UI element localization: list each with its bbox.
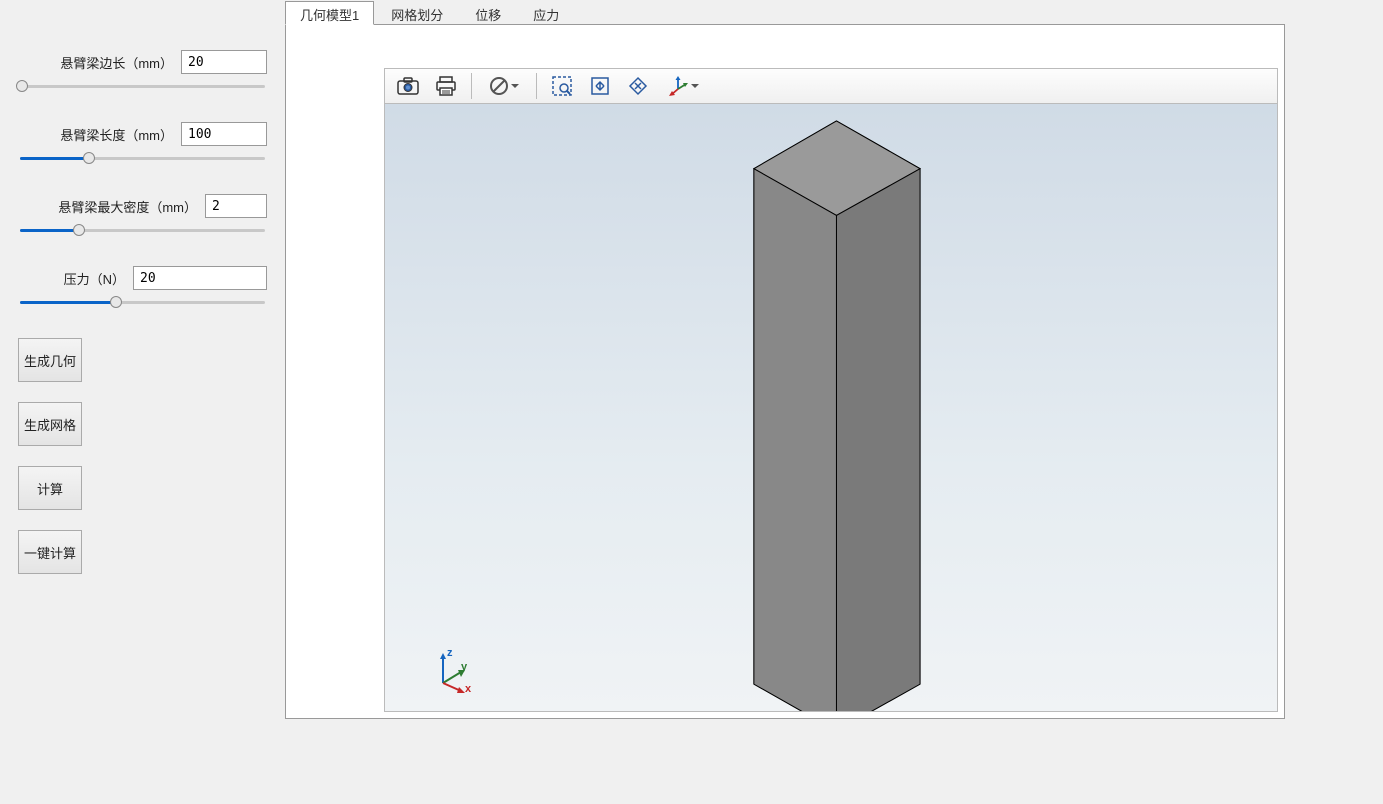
one-click-calc-button[interactable]: 一键计算 — [18, 530, 82, 574]
gen-mesh-button[interactable]: 生成网格 — [18, 402, 82, 446]
camera-icon[interactable] — [391, 71, 425, 101]
slider-length[interactable] — [20, 152, 265, 166]
param-side-length: 悬臂梁边长（mm） — [10, 50, 275, 94]
tab-stress[interactable]: 应力 — [518, 1, 574, 25]
tab-mesh[interactable]: 网格划分 — [376, 1, 458, 25]
axis-view-dropdown[interactable] — [659, 71, 707, 101]
input-length[interactable] — [181, 122, 267, 146]
slider-pressure[interactable] — [20, 296, 265, 310]
tab-bar: 几何模型1 网格划分 位移 应力 — [285, 0, 1383, 24]
slider-density[interactable] — [20, 224, 265, 238]
param-length: 悬臂梁长度（mm） — [10, 122, 275, 166]
gen-geometry-button[interactable]: 生成几何 — [18, 338, 82, 382]
param-label-density: 悬臂梁最大密度（mm） — [58, 197, 197, 216]
param-label-pressure: 压力（N） — [64, 269, 125, 288]
3d-scene[interactable]: z y x — [384, 104, 1278, 712]
tab-geometry[interactable]: 几何模型1 — [285, 1, 374, 25]
zoom-box-icon[interactable] — [545, 71, 579, 101]
param-pressure: 压力（N） — [10, 266, 275, 310]
zoom-extent-icon[interactable] — [583, 71, 617, 101]
toolbar-separator — [536, 73, 537, 99]
axes-gizmo: z y x — [429, 649, 473, 693]
no-symbol-dropdown[interactable] — [480, 71, 528, 101]
slider-side-length[interactable] — [20, 80, 265, 94]
input-density[interactable] — [205, 194, 267, 218]
tab-displacement[interactable]: 位移 — [460, 1, 516, 25]
calculate-button[interactable]: 计算 — [18, 466, 82, 510]
chevron-down-icon — [511, 84, 519, 88]
sidebar: 悬臂梁边长（mm） 悬臂梁长度（mm） 悬臂梁最大密度（mm） — [0, 0, 285, 804]
print-icon[interactable] — [429, 71, 463, 101]
viewport: z y x — [285, 24, 1285, 719]
param-label-side: 悬臂梁边长（mm） — [60, 53, 173, 72]
param-density: 悬臂梁最大密度（mm） — [10, 194, 275, 238]
beam-model — [385, 104, 1277, 711]
view-toolbar — [384, 68, 1278, 104]
axis-y-label: y — [461, 661, 467, 673]
input-side-length[interactable] — [181, 50, 267, 74]
axis-z-label: z — [447, 647, 453, 659]
toolbar-separator — [471, 73, 472, 99]
main-area: 几何模型1 网格划分 位移 应力 — [285, 0, 1383, 804]
param-label-length: 悬臂梁长度（mm） — [60, 125, 173, 144]
input-pressure[interactable] — [133, 266, 267, 290]
axis-x-label: x — [465, 683, 471, 695]
rotate-icon[interactable] — [621, 71, 655, 101]
chevron-down-icon — [691, 84, 699, 88]
